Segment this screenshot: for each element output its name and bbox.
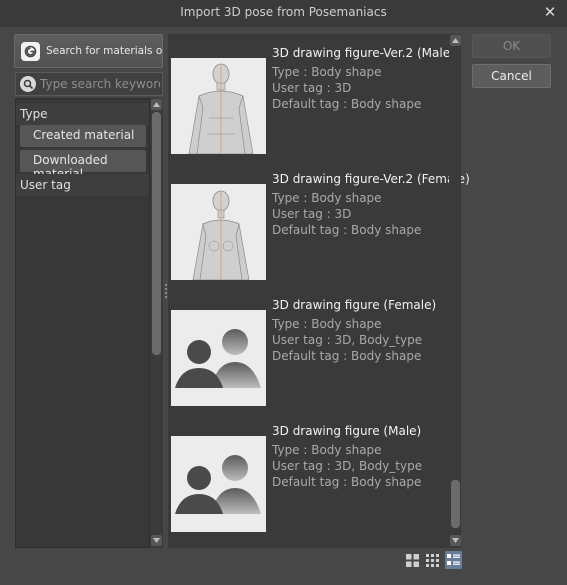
- scroll-thumb[interactable]: [451, 480, 460, 528]
- close-icon[interactable]: ✕: [541, 3, 559, 21]
- scroll-up-icon[interactable]: [450, 35, 461, 46]
- ok-button[interactable]: OK: [472, 34, 551, 58]
- material-default-tag: Default tag : Body shape: [272, 475, 422, 489]
- search-icon: [20, 76, 36, 92]
- tag-downloaded-material[interactable]: Downloaded material: [20, 150, 146, 181]
- type-header: Type: [16, 103, 149, 125]
- search-assets-button[interactable]: Search for materials on ASSETS: [14, 34, 163, 68]
- scroll-down-icon[interactable]: [450, 535, 461, 546]
- material-item[interactable]: 3D drawing figure (Male) Type : Body sha…: [168, 412, 446, 536]
- material-title: 3D drawing figure-Ver.2 (Male): [272, 46, 455, 60]
- mannequin-female-thumbnail: [171, 184, 266, 280]
- tag-list: Type Created material Downloaded materia…: [15, 98, 150, 548]
- search-input[interactable]: [40, 77, 160, 91]
- assets-logo-icon: [21, 41, 40, 61]
- material-title: 3D drawing figure-Ver.2 (Female): [272, 172, 470, 186]
- material-default-tag: Default tag : Body shape: [272, 223, 422, 237]
- silhouette-pair-thumbnail: [171, 310, 266, 406]
- title-bar: Import 3D pose from Posemaniacs ✕: [0, 0, 567, 27]
- tag-created-material[interactable]: Created material: [20, 125, 146, 147]
- silhouette-pair-thumbnail: [171, 436, 266, 532]
- material-user-tag: User tag : 3D, Body_type: [272, 333, 423, 347]
- search-field[interactable]: [15, 72, 163, 96]
- material-type: Type : Body shape: [272, 443, 382, 457]
- scroll-down-icon[interactable]: [151, 535, 162, 546]
- material-list: 3D drawing figure-Ver.2 (Male) Type : Bo…: [168, 34, 470, 548]
- material-user-tag: User tag : 3D, Body_type: [272, 459, 423, 473]
- material-default-tag: Default tag : Body shape: [272, 97, 422, 111]
- material-user-tag: User tag : 3D: [272, 207, 352, 221]
- material-item[interactable]: 3D drawing figure-Ver.2 (Male) Type : Bo…: [168, 34, 455, 158]
- material-user-tag: User tag : 3D: [272, 81, 352, 95]
- cancel-button[interactable]: Cancel: [472, 64, 551, 88]
- material-type: Type : Body shape: [272, 191, 382, 205]
- material-type: Type : Body shape: [272, 317, 382, 331]
- view-mode-toggles: [404, 551, 462, 569]
- material-item[interactable]: 3D drawing figure (Female) Type : Body s…: [168, 286, 446, 410]
- large-thumbnail-view-icon[interactable]: [404, 551, 421, 569]
- material-item[interactable]: 3D drawing figure-Ver.2 (Female) Type : …: [168, 160, 470, 284]
- material-type: Type : Body shape: [272, 65, 382, 79]
- tag-list-scrollbar[interactable]: [150, 98, 163, 548]
- search-assets-label: Search for materials on ASSETS: [46, 45, 162, 57]
- material-default-tag: Default tag : Body shape: [272, 349, 422, 363]
- scroll-thumb[interactable]: [152, 112, 161, 355]
- user-tag-header: User tag: [16, 174, 149, 196]
- mannequin-male-thumbnail: [171, 58, 266, 154]
- list-view-icon[interactable]: [444, 551, 462, 569]
- material-title: 3D drawing figure (Female): [272, 298, 437, 312]
- window-title: Import 3D pose from Posemaniacs: [180, 5, 387, 19]
- material-list-scrollbar[interactable]: [449, 34, 461, 548]
- material-title: 3D drawing figure (Male): [272, 424, 422, 438]
- small-thumbnail-view-icon[interactable]: [424, 551, 441, 569]
- scroll-up-icon[interactable]: [151, 99, 162, 110]
